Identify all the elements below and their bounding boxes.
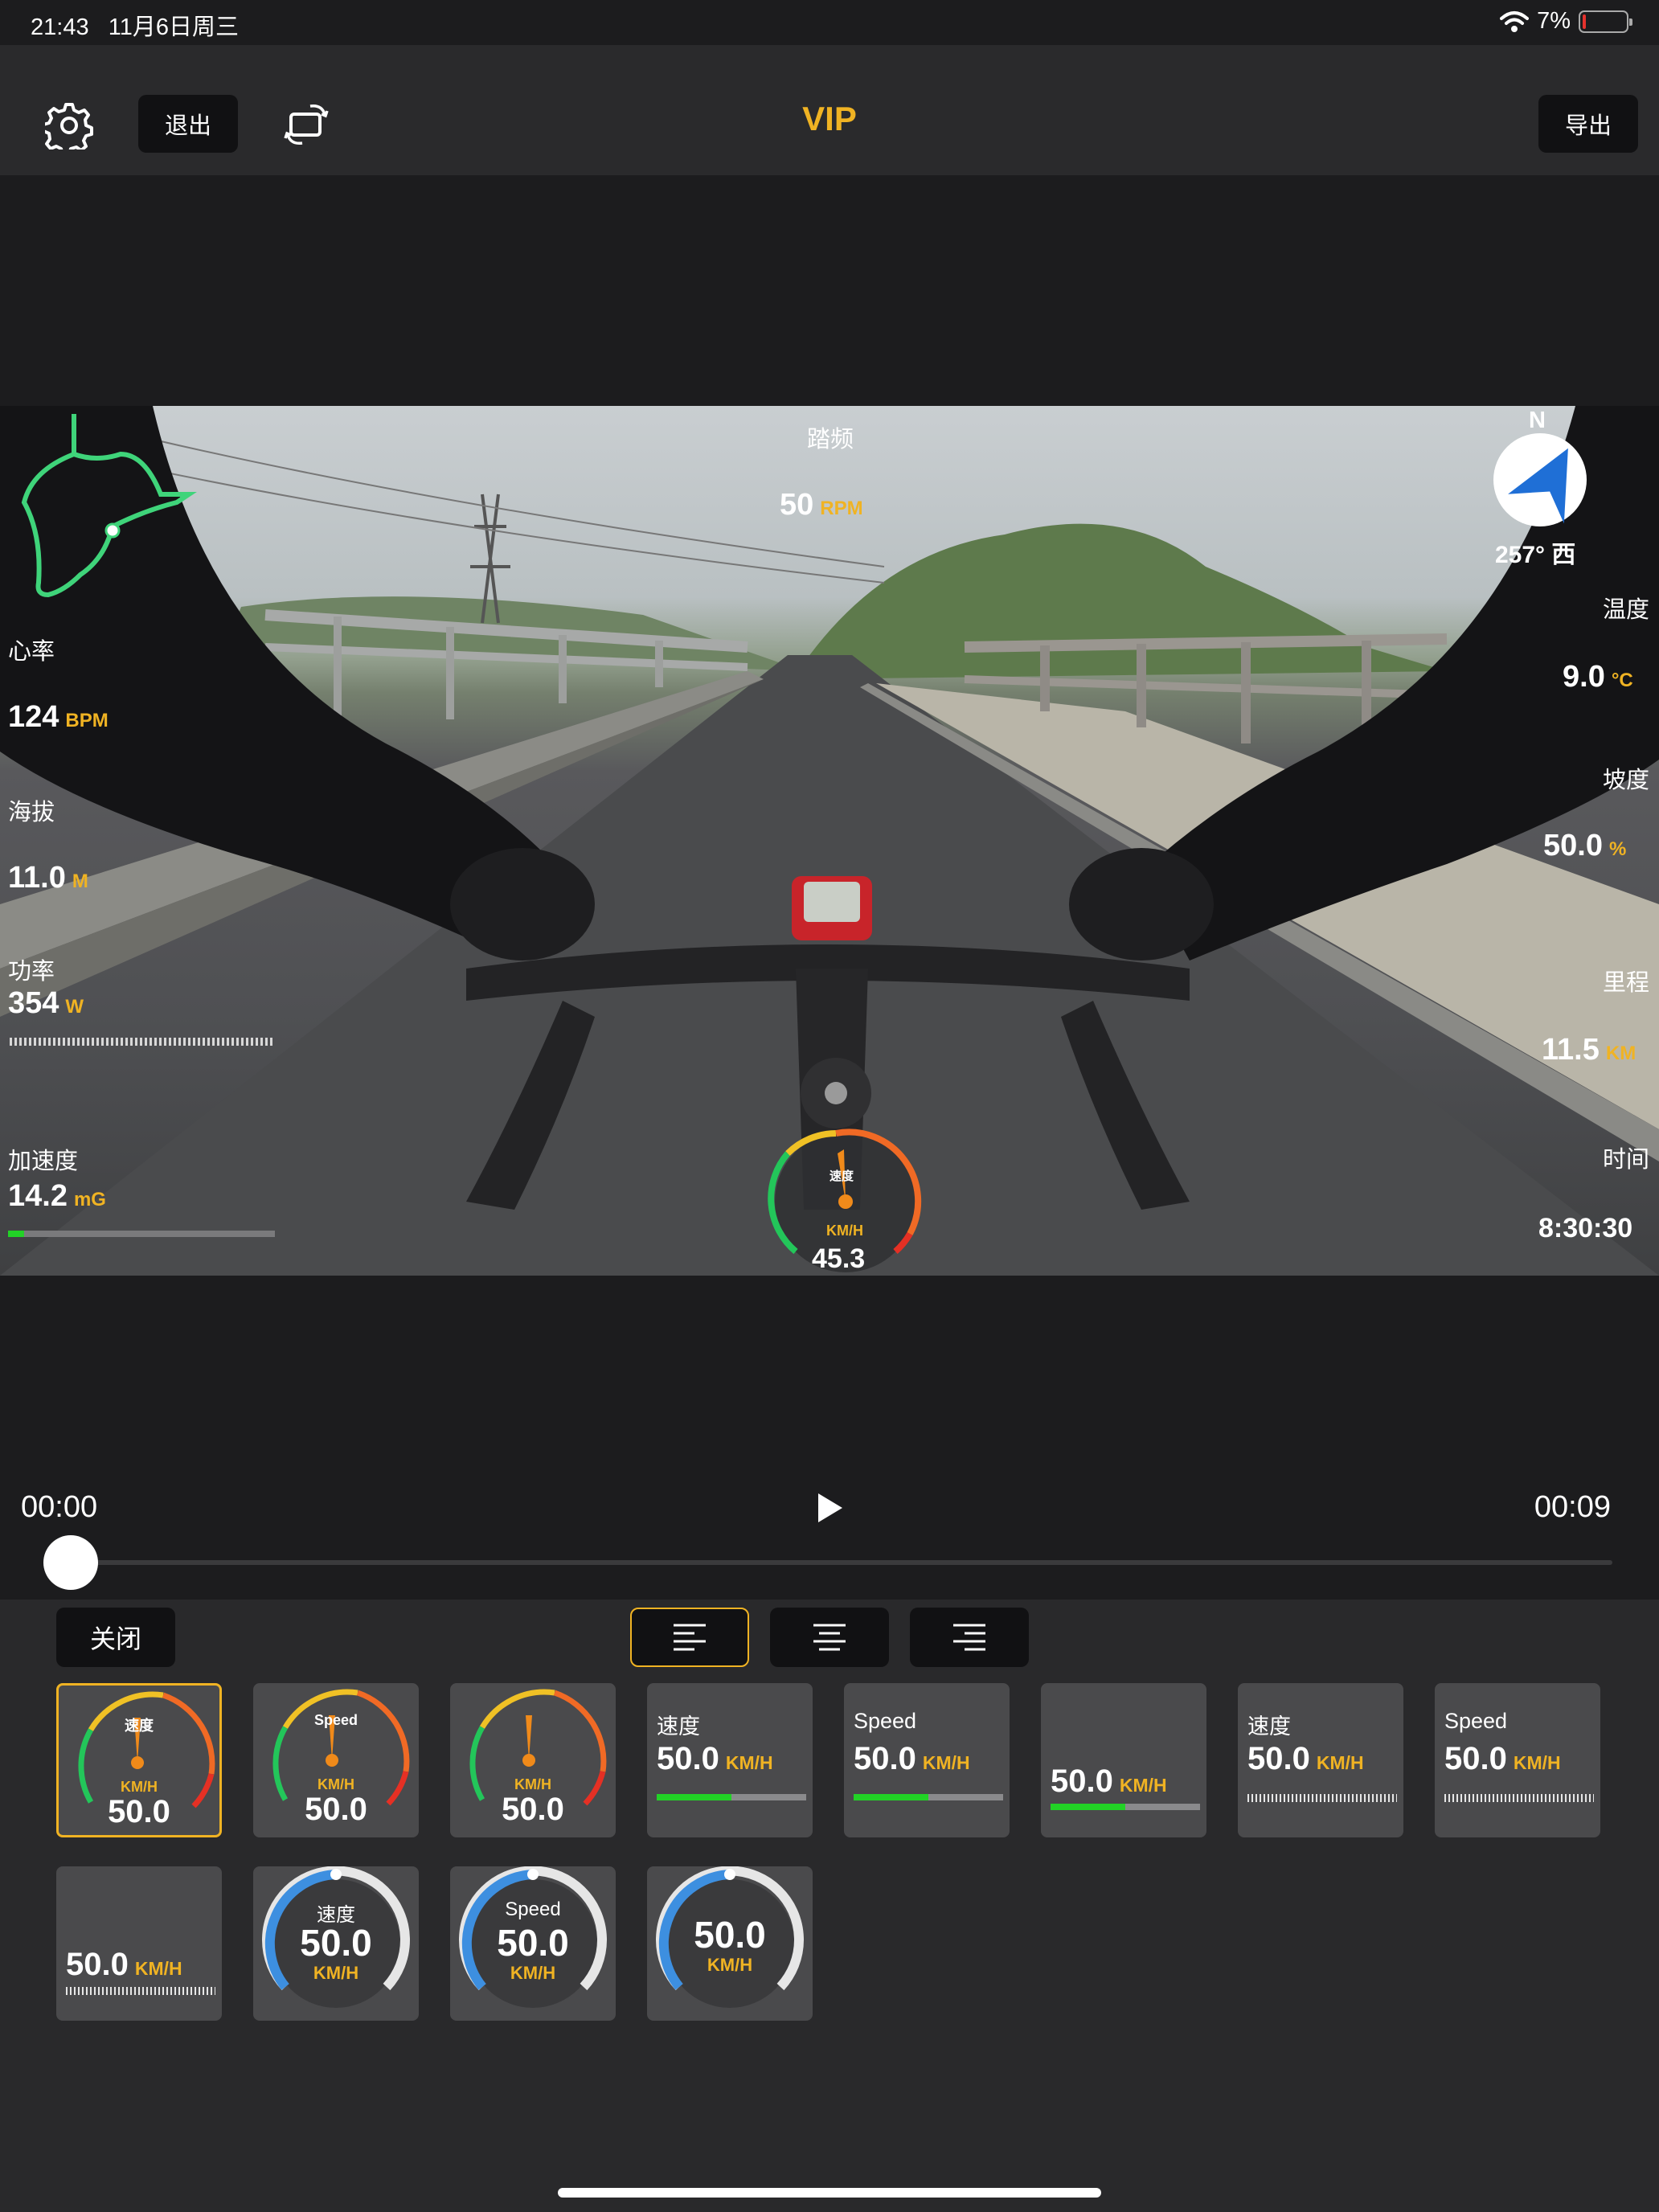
tile-value: 50.0 KM/H — [66, 1947, 182, 1982]
speed-dial-unit: KM/H — [826, 1223, 863, 1239]
style-tile-dial[interactable]: 速度 KM/H 50.0 — [56, 1683, 222, 1837]
align-center-button[interactable] — [770, 1608, 889, 1667]
acceleration-label: 加速度 — [8, 1149, 79, 1174]
style-tile-bar[interactable]: Speed 50.0 KM/H — [844, 1683, 1010, 1837]
dial-label: 速度 — [125, 1718, 154, 1734]
tile-value: 50.0 KM/H — [1051, 1763, 1167, 1799]
dial-label: Speed — [313, 1712, 358, 1728]
status-indicators: 7% — [1500, 8, 1632, 35]
status-time: 21:43 11月6日周三 — [31, 14, 239, 40]
style-tile-arc[interactable]: 速度 50.0 KM/H — [253, 1866, 419, 2021]
tick-bar — [1444, 1794, 1594, 1802]
compass-north: N — [1529, 408, 1546, 433]
align-left-icon — [674, 1624, 706, 1651]
close-button[interactable]: 关闭 — [56, 1608, 175, 1667]
level-bar — [1051, 1804, 1200, 1810]
level-bar — [854, 1794, 1003, 1800]
time-value: 8:30:30 — [1538, 1213, 1633, 1243]
arc-value: 50.0 — [694, 1914, 766, 1956]
style-panel — [0, 1600, 1659, 2212]
play-button[interactable] — [810, 1489, 849, 1527]
arc-value: 50.0 — [300, 1922, 372, 1964]
arc-value: 50.0 — [497, 1922, 569, 1964]
arc-unit: KM/H — [707, 1955, 753, 1975]
style-tile-bar[interactable]: 速度 50.0 KM/H — [647, 1683, 813, 1837]
altitude-value: 11.0 M — [8, 861, 88, 895]
tile-label: 速度 — [657, 1714, 700, 1739]
heart-rate-label: 心率 — [8, 639, 55, 665]
slope-label: 坡度 — [1603, 768, 1650, 793]
tile-value: 50.0 KM/H — [657, 1741, 773, 1776]
acceleration-value: 14.2 mG — [8, 1179, 106, 1213]
total-time: 00:09 — [1534, 1490, 1611, 1524]
dial-unit: KM/H — [317, 1776, 354, 1792]
style-tile-arc[interactable]: Speed 50.0 KM/H — [450, 1866, 616, 2021]
align-center-icon — [813, 1624, 846, 1651]
style-tile-bar[interactable]: 50.0 KM/H — [1041, 1683, 1206, 1837]
style-tile-arc[interactable]: 50.0 KM/H — [647, 1866, 813, 2021]
arc-unit: KM/H — [510, 1963, 556, 1983]
tile-label: Speed — [854, 1709, 917, 1733]
export-button[interactable]: 导出 — [1538, 95, 1638, 153]
distance-label: 里程 — [1603, 970, 1650, 996]
dial-value: 50.0 — [108, 1794, 170, 1829]
dial-unit: KM/H — [121, 1779, 158, 1795]
top-bar: 退出 VIP 导出 — [0, 45, 1659, 175]
style-tile-ticks[interactable]: 50.0 KM/H — [56, 1866, 222, 2021]
battery-percent: 7% — [1537, 8, 1571, 34]
tile-value: 50.0 KM/H — [1444, 1741, 1561, 1776]
slope-value: 50.0% — [1543, 829, 1627, 862]
dial-value: 50.0 — [305, 1792, 367, 1827]
arc-unit: KM/H — [313, 1963, 359, 1983]
align-left-button[interactable] — [630, 1608, 749, 1667]
tick-bar — [66, 1987, 215, 1995]
level-bar — [657, 1794, 806, 1800]
altitude-label: 海拔 — [8, 800, 55, 825]
power-value: 354 W — [8, 986, 84, 1020]
current-time: 00:00 — [21, 1490, 98, 1524]
play-icon — [818, 1493, 842, 1522]
speed-dial-label: 速度 — [830, 1169, 854, 1183]
arc-label: Speed — [505, 1899, 561, 1920]
style-tile-dial[interactable]: KM/H 50.0 — [450, 1683, 616, 1837]
compass-heading: 257° 西 — [1495, 542, 1576, 568]
dial-value: 50.0 — [502, 1792, 564, 1827]
video-frame-image — [0, 406, 1659, 1276]
tile-label: 速度 — [1247, 1714, 1291, 1739]
temperature-value: 9.0 °C — [1563, 660, 1633, 694]
dial-unit: KM/H — [514, 1776, 551, 1792]
align-right-icon — [953, 1624, 985, 1651]
tile-value: 50.0 KM/H — [854, 1741, 970, 1776]
cadence-label: 踏频 — [807, 427, 854, 453]
status-date: 11月6日周三 — [108, 14, 239, 40]
tile-label: Speed — [1444, 1709, 1508, 1733]
power-label: 功率 — [8, 959, 55, 985]
temperature-label: 温度 — [1603, 597, 1650, 623]
align-right-button[interactable] — [910, 1608, 1029, 1667]
wifi-icon — [1500, 10, 1530, 32]
tile-value: 50.0 KM/H — [1247, 1741, 1364, 1776]
heart-rate-value: 124 BPM — [8, 700, 109, 734]
scrubber-thumb[interactable] — [43, 1535, 98, 1590]
battery-icon — [1579, 10, 1632, 33]
status-bar: 21:43 11月6日周三 7% — [0, 0, 1659, 45]
cadence-value: 50 RPM — [780, 488, 863, 522]
speed-dial-value: 45.3 — [812, 1243, 866, 1274]
time-label: 时间 — [1603, 1147, 1650, 1173]
style-tile-ticks[interactable]: Speed 50.0 KM/H — [1435, 1683, 1600, 1837]
home-indicator — [558, 2188, 1101, 2198]
scrubber-track[interactable] — [69, 1560, 1612, 1565]
style-tile-dial[interactable]: Speed KM/H 50.0 — [253, 1683, 419, 1837]
style-tile-ticks[interactable]: 速度 50.0 KM/H — [1238, 1683, 1403, 1837]
distance-value: 11.5 KM — [1542, 1033, 1636, 1067]
tick-bar — [1247, 1794, 1397, 1802]
page-title: VIP — [802, 100, 857, 137]
video-preview[interactable]: 踏频 50 RPM N 257° 西 心率 124 BPM 海拔 11.0 M 功率 … — [0, 406, 1659, 1276]
